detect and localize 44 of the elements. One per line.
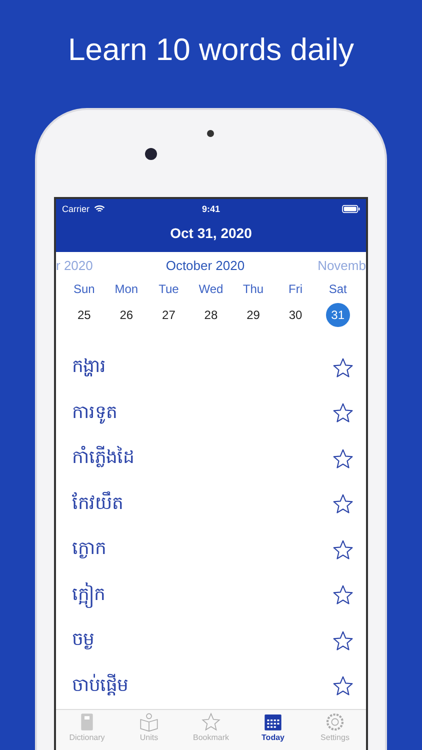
star-icon[interactable]: [332, 675, 354, 698]
day-button[interactable]: 31: [326, 303, 350, 327]
nav-title: Oct 31, 2020: [169, 225, 253, 241]
word-text[interactable]: កង្ហារ: [72, 354, 106, 382]
star-icon[interactable]: [332, 538, 354, 561]
day-button[interactable]: 25: [72, 303, 96, 327]
reader-icon: [139, 712, 159, 732]
wifi-icon: [94, 205, 105, 213]
camera-icon: [145, 148, 157, 160]
weekday-label: Tue: [158, 282, 179, 298]
status-time: 9:41: [202, 204, 220, 214]
settings-icon: [325, 712, 345, 732]
star-icon[interactable]: [332, 402, 354, 424]
month-label[interactable]: October 2020: [166, 258, 245, 276]
word-text[interactable]: កែវយឹត: [72, 490, 123, 518]
star-icon[interactable]: [332, 630, 354, 652]
word-text[interactable]: ការទូត: [72, 400, 117, 427]
word-text[interactable]: ចម្ង: [72, 627, 94, 654]
calendar-icon: [263, 712, 283, 732]
weekday-label: Fri: [288, 282, 303, 298]
weekday-label: Mon: [114, 282, 138, 298]
day-button[interactable]: 27: [156, 303, 181, 327]
headline: Learn 10 words daily: [68, 32, 354, 69]
speaker-icon: [207, 130, 214, 137]
star-icon[interactable]: [332, 493, 354, 516]
star-icon[interactable]: [332, 448, 354, 470]
day-button[interactable]: 30: [284, 303, 308, 327]
star-icon: [201, 712, 221, 732]
word-text[interactable]: កាំភ្លើងដៃ: [72, 445, 134, 472]
weekday-label: Sun: [73, 282, 95, 298]
weekday-label: Wed: [198, 282, 224, 298]
day-button[interactable]: 28: [198, 303, 223, 327]
day-button[interactable]: 26: [114, 303, 138, 327]
star-icon[interactable]: [332, 584, 354, 606]
weekday-label: Thu: [242, 282, 264, 298]
battery-icon: [342, 205, 360, 213]
word-text[interactable]: ចាប់ផ្តើម: [72, 672, 128, 700]
word-text[interactable]: ក្ងោក: [72, 536, 106, 564]
word-text[interactable]: ក្អៀក: [72, 582, 105, 609]
carrier-label: Carrier: [62, 204, 90, 214]
tab-item[interactable]: Today: [242, 710, 304, 750]
weekday-label: Sat: [328, 282, 347, 298]
day-button[interactable]: 29: [241, 303, 266, 327]
star-icon[interactable]: [332, 356, 354, 379]
